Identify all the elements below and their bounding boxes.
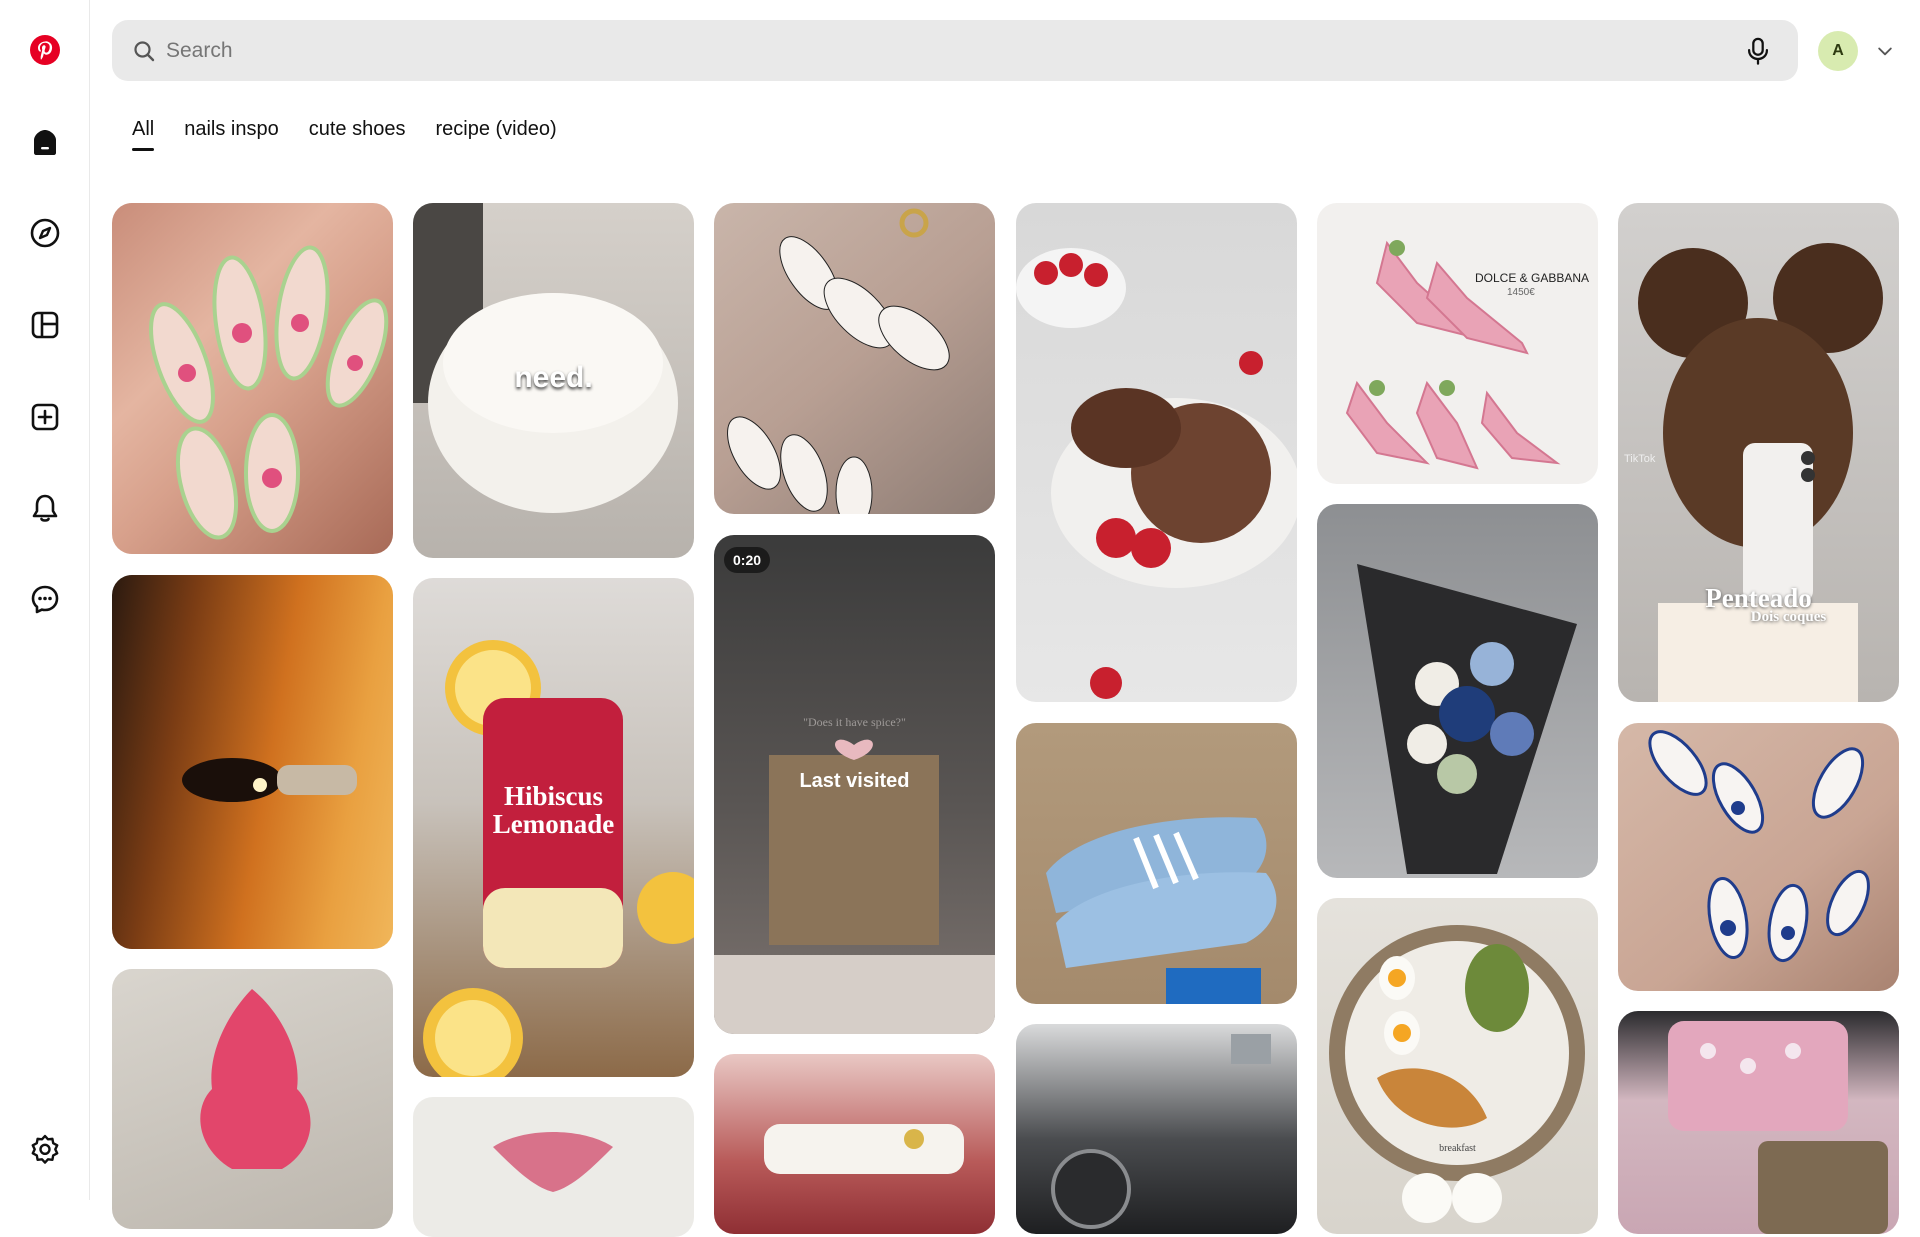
heels-brand-text: DOLCE & GABBANA [1475,271,1590,285]
teeth-illustration [764,1124,964,1174]
pin-video-gift-box[interactable]: 0:20 "Does it have spice?" Last visited [714,535,995,1034]
hairstyle-illustration [1638,243,1883,702]
bouquet-illustration [1357,564,1577,874]
heels-illustration [1345,240,1561,470]
breakfast-caption: breakfast [1439,1143,1476,1154]
pin-lemonade-text: Hibiscus Lemonade [492,781,615,840]
flower-cup-illustration [493,1132,613,1192]
heels-price-text: 1450€ [1507,287,1535,298]
video-duration-badge: 0:20 [724,547,771,573]
polka-nails-illustration [727,208,950,514]
pin-chocolate-strawberries[interactable] [1016,203,1297,702]
pin-blue-sneakers[interactable] [1016,723,1297,1004]
pin-hibiscus-lemonade[interactable]: Hibiscus Lemonade [413,578,694,1077]
pin-polka-nails[interactable] [714,203,995,514]
pin-bean-bag[interactable]: need. [413,203,694,558]
pin-hairstyle[interactable]: TikTok Penteado Dois coques [1618,203,1899,702]
pin-crochet-bouquet[interactable] [1317,504,1598,878]
breakfast-illustration [1329,925,1585,1223]
pin-blue-bow-nails[interactable] [1618,723,1899,991]
last-visited-label: Last visited [799,770,910,792]
hair-subtitle: Dois coques [1750,609,1827,625]
pin-car-interior[interactable] [1016,1024,1297,1234]
car-interior-illustration [1051,1034,1271,1229]
pin-bed-text: need. [514,361,593,394]
pin-breakfast-plate[interactable]: breakfast [1317,898,1598,1234]
bow-nails-illustration [1648,730,1870,963]
pin-sunset-couple[interactable] [112,575,393,949]
pin-nail-charms[interactable] [1618,1011,1899,1234]
pin-pink-ice-cream[interactable] [112,969,393,1229]
pin-nails-floral[interactable] [112,203,393,554]
nails-floral-illustration [149,245,389,540]
hair-tiktok-watermark: TikTok [1624,453,1656,465]
video-caption: "Does it have spice?" [803,715,906,729]
sunset-silhouette [182,758,357,802]
pin-pink-heels[interactable]: DOLCE & GABBANA 1450€ [1317,203,1598,484]
chocolate-illustration [1016,248,1297,699]
pin-flower-cup[interactable] [413,1097,694,1237]
nail-charms-illustration [1668,1021,1888,1234]
pin-teeth-grillz[interactable] [714,1054,995,1234]
ice-cream-illustration [200,989,311,1169]
sneakers-illustration [1046,817,1277,1004]
pin-grid: need. Hibiscus Lemonade 0:20 "Does it ha… [0,0,1920,1237]
